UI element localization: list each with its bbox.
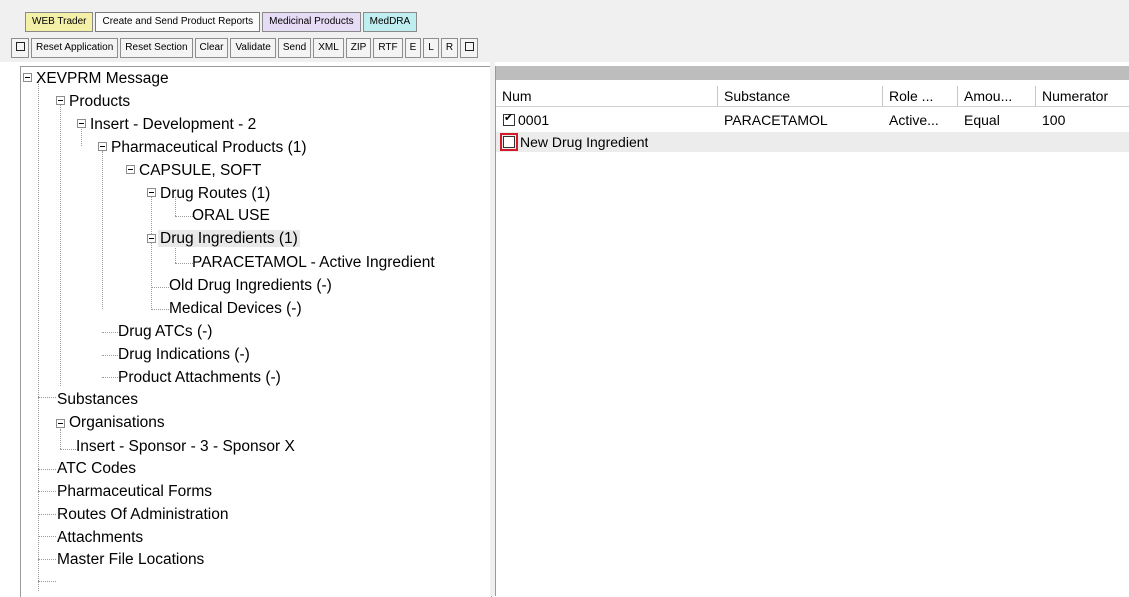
tree-node-oral-use[interactable]: ORAL USE <box>190 207 272 225</box>
table-row[interactable]: 0001 PARACETAMOL Active... Equal 100 <box>496 110 1129 130</box>
tree-node-routes-of-administration[interactable]: Routes Of Administration <box>55 506 230 524</box>
tree-node-drug-atcs[interactable]: Drug ATCs (-) <box>116 323 214 341</box>
collapse-icon[interactable] <box>147 188 156 197</box>
tree-guide <box>60 105 61 386</box>
tree-node-capsule-soft[interactable]: CAPSULE, SOFT <box>137 162 263 180</box>
zip-button[interactable]: ZIP <box>345 38 372 58</box>
square-icon <box>15 41 25 51</box>
validate-button[interactable]: Validate <box>230 38 276 58</box>
restore-button[interactable] <box>460 38 479 58</box>
tree-guide <box>38 491 56 492</box>
cell-amount: Equal <box>964 112 1000 128</box>
collapse-icon[interactable] <box>56 419 65 428</box>
tab-meddra[interactable]: MedDRA <box>362 12 418 32</box>
column-header-amount[interactable]: Amou... <box>958 86 1036 107</box>
column-header-num[interactable]: Num <box>496 86 718 107</box>
tree-node-drug-routes[interactable]: Drug Routes (1) <box>158 185 272 203</box>
tree-node-pharmaceutical-forms[interactable]: Pharmaceutical Forms <box>55 483 214 501</box>
tree-node-organisations[interactable]: Organisations <box>67 414 167 432</box>
tree-node-insert-sponsor[interactable]: Insert - Sponsor - 3 - Sponsor X <box>74 438 297 456</box>
row-checkbox[interactable] <box>503 111 515 126</box>
e-button[interactable]: E <box>404 38 422 58</box>
tree-node-paracetamol[interactable]: PARACETAMOL - Active Ingredient <box>190 254 437 272</box>
panel-header-strip <box>496 66 1129 80</box>
tree-node-medical-devices[interactable]: Medical Devices (-) <box>167 300 304 318</box>
grid-header: Num Substance Role ... Amou... Numerator <box>496 86 1129 108</box>
tree-guide <box>38 397 56 398</box>
tab-bar: WEB Trader Create and Send Product Repor… <box>25 12 418 32</box>
highlight-box <box>500 133 518 151</box>
application-window: WEB Trader Create and Send Product Repor… <box>0 0 1129 597</box>
tree-node-attachments[interactable]: Attachments <box>55 529 145 547</box>
collapse-icon[interactable] <box>56 96 65 105</box>
cell-substance: PARACETAMOL <box>724 112 828 128</box>
tab-web-trader[interactable]: WEB Trader <box>25 12 94 32</box>
tree-guide <box>81 127 82 146</box>
collapse-icon[interactable] <box>126 165 135 174</box>
collapse-icon[interactable] <box>23 73 32 82</box>
tree-guide <box>38 559 56 560</box>
tree-node-master-file-locations[interactable]: Master File Locations <box>55 551 206 569</box>
tree-node-xevprm-message[interactable]: XEVPRM Message <box>34 70 171 88</box>
column-header-substance[interactable]: Substance <box>718 86 883 107</box>
clear-button[interactable]: Clear <box>194 38 229 58</box>
maximize-button[interactable] <box>11 38 29 58</box>
collapse-icon[interactable] <box>147 234 156 243</box>
rtf-button[interactable]: RTF <box>373 38 403 58</box>
tab-create-send-reports[interactable]: Create and Send Product Reports <box>95 12 261 32</box>
tree-guide <box>38 536 56 537</box>
tree-node-insert-development[interactable]: Insert - Development - 2 <box>88 116 258 134</box>
tree-node-drug-indications[interactable]: Drug Indications (-) <box>116 346 252 364</box>
xml-button[interactable]: XML <box>313 38 344 58</box>
tree-guide <box>151 197 152 308</box>
cell-role: Active... <box>889 112 939 128</box>
new-drug-ingredient-label: New Drug Ingredient <box>520 134 649 150</box>
tab-medicinal-products[interactable]: Medicinal Products <box>262 12 361 32</box>
column-header-role[interactable]: Role ... <box>883 86 958 107</box>
collapse-icon[interactable] <box>77 119 86 128</box>
tree-guide <box>60 429 61 449</box>
tree-guide <box>38 469 56 470</box>
reset-application-button[interactable]: Reset Application <box>31 38 119 58</box>
tree-node-old-drug-ingredients[interactable]: Old Drug Ingredients (-) <box>167 277 334 295</box>
new-ingredient-row[interactable]: New Drug Ingredient <box>496 132 1129 152</box>
cell-numerator: 100 <box>1042 112 1066 128</box>
tree-node-pharmaceutical-products[interactable]: Pharmaceutical Products (1) <box>109 139 309 157</box>
send-button[interactable]: Send <box>277 38 312 58</box>
tree-node-drug-ingredients[interactable]: Drug Ingredients (1) <box>158 230 300 248</box>
column-header-numerator[interactable]: Numerator <box>1036 86 1129 107</box>
tree-node-product-attachments[interactable]: Product Attachments (-) <box>116 369 283 387</box>
l-button[interactable]: L <box>423 38 439 58</box>
tree-guide <box>38 514 56 515</box>
tree-node-atc-codes[interactable]: ATC Codes <box>55 460 138 478</box>
tree-guide <box>102 151 103 309</box>
toolbar: Reset Application Reset Section Clear Va… <box>11 38 479 58</box>
collapse-icon[interactable] <box>98 142 107 151</box>
ingredients-panel: Num Substance Role ... Amou... Numerator… <box>495 66 1129 596</box>
tree-guide <box>38 581 56 582</box>
cell-num: 0001 <box>518 112 550 128</box>
message-tree[interactable]: XEVPRM Message Products Insert - Develop… <box>20 66 492 597</box>
tree-node-products[interactable]: Products <box>67 93 132 111</box>
tree-node-substances[interactable]: Substances <box>55 391 140 409</box>
r-button[interactable]: R <box>440 38 459 58</box>
square-icon <box>464 41 474 51</box>
reset-section-button[interactable]: Reset Section <box>120 38 193 58</box>
